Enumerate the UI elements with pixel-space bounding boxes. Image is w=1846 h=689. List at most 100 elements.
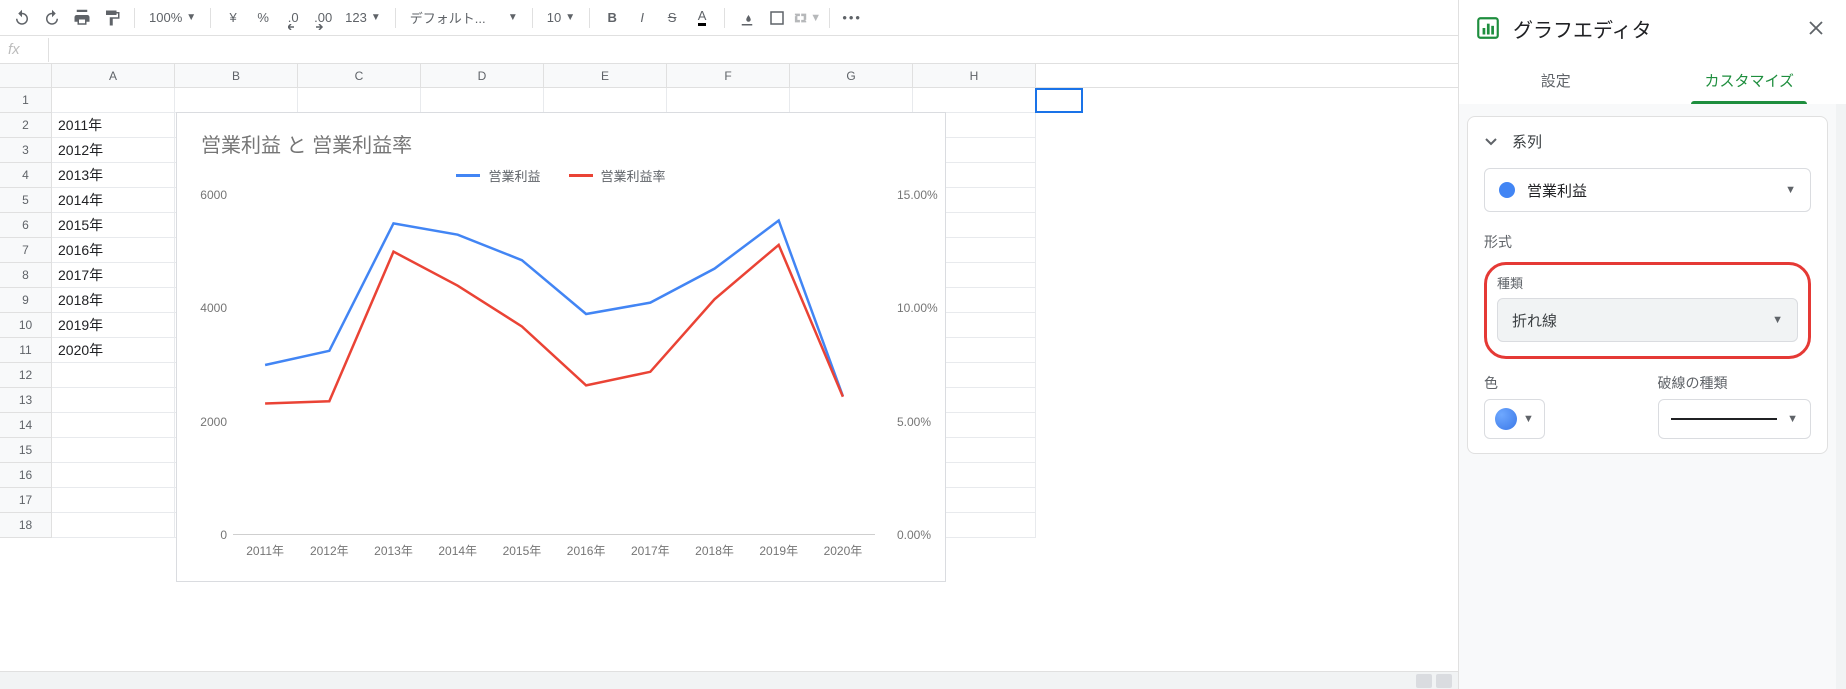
cell[interactable]: 2017年: [52, 263, 175, 288]
column-header[interactable]: H: [913, 64, 1036, 87]
cell[interactable]: [790, 88, 913, 113]
row-header[interactable]: 7: [0, 238, 52, 263]
strikethrough-button[interactable]: S: [658, 4, 686, 32]
cell[interactable]: [52, 388, 175, 413]
close-button[interactable]: [1802, 14, 1830, 42]
cell[interactable]: [298, 88, 421, 113]
column-header[interactable]: F: [667, 64, 790, 87]
row-header[interactable]: 9: [0, 288, 52, 313]
row-header[interactable]: 4: [0, 163, 52, 188]
cell[interactable]: 2019年: [52, 313, 175, 338]
cell[interactable]: [52, 488, 175, 513]
cell[interactable]: 2012年: [52, 138, 175, 163]
series-select[interactable]: 営業利益 ▼: [1484, 168, 1811, 212]
cell[interactable]: 2014年: [52, 188, 175, 213]
row-header[interactable]: 15: [0, 438, 52, 463]
cell[interactable]: [52, 88, 175, 113]
dash-type-select[interactable]: ▼: [1658, 399, 1812, 439]
print-icon: [73, 9, 91, 27]
row-header[interactable]: 6: [0, 213, 52, 238]
scroll-left-icon[interactable]: [1416, 674, 1432, 688]
cell[interactable]: [667, 88, 790, 113]
separator: [829, 8, 830, 28]
table-row: 1: [0, 88, 1458, 113]
bold-button[interactable]: B: [598, 4, 626, 32]
percent-label: %: [257, 10, 269, 25]
tab-customize-label: カスタマイズ: [1704, 70, 1794, 91]
font-size-select[interactable]: 10 ▼: [541, 4, 581, 32]
row-header[interactable]: 14: [0, 413, 52, 438]
cell[interactable]: [52, 363, 175, 388]
horizontal-scrollbar[interactable]: [0, 671, 1458, 689]
column-header[interactable]: E: [544, 64, 667, 87]
select-all-corner[interactable]: [0, 64, 52, 87]
tab-setup[interactable]: 設定: [1459, 56, 1653, 104]
y-left-tick: 0: [179, 528, 227, 542]
zoom-select[interactable]: 100% ▼: [143, 4, 202, 32]
number-format-select[interactable]: 123 ▼: [339, 4, 387, 32]
cell[interactable]: [544, 88, 667, 113]
merge-cells-button[interactable]: ▼: [793, 4, 821, 32]
cell[interactable]: 2016年: [52, 238, 175, 263]
chevron-down-icon: ▼: [186, 12, 196, 23]
font-select[interactable]: デフォルト... ▼: [404, 4, 524, 32]
embedded-chart[interactable]: 営業利益 と 営業利益率 営業利益 営業利益率 0200040006000 0.…: [176, 112, 946, 582]
row-header[interactable]: 10: [0, 313, 52, 338]
increase-decimal-label: .00: [314, 10, 332, 25]
decrease-decimal-button[interactable]: .0: [279, 4, 307, 32]
column-header[interactable]: B: [175, 64, 298, 87]
column-header[interactable]: C: [298, 64, 421, 87]
row-header[interactable]: 3: [0, 138, 52, 163]
bold-icon: B: [607, 10, 616, 25]
italic-button[interactable]: I: [628, 4, 656, 32]
row-header[interactable]: 12: [0, 363, 52, 388]
print-button[interactable]: [68, 4, 96, 32]
column-header[interactable]: G: [790, 64, 913, 87]
column-header[interactable]: A: [52, 64, 175, 87]
redo-button[interactable]: [38, 4, 66, 32]
borders-button[interactable]: [763, 4, 791, 32]
borders-icon: [768, 9, 786, 27]
series-color-picker[interactable]: ▼: [1484, 399, 1545, 439]
undo-button[interactable]: [8, 4, 36, 32]
cell[interactable]: [421, 88, 544, 113]
sidebar-scrollbar[interactable]: [1836, 104, 1846, 689]
y-left-tick: 2000: [179, 415, 227, 429]
row-header[interactable]: 8: [0, 263, 52, 288]
more-button[interactable]: •••: [838, 4, 866, 32]
cell[interactable]: 2011年: [52, 113, 175, 138]
currency-button[interactable]: ¥: [219, 4, 247, 32]
cell[interactable]: [913, 88, 1036, 113]
cell[interactable]: 2015年: [52, 213, 175, 238]
column-header[interactable]: D: [421, 64, 544, 87]
cell[interactable]: [175, 88, 298, 113]
row-header[interactable]: 18: [0, 513, 52, 538]
row-header[interactable]: 11: [0, 338, 52, 363]
cell[interactable]: 2013年: [52, 163, 175, 188]
increase-decimal-button[interactable]: .00: [309, 4, 337, 32]
row-header[interactable]: 1: [0, 88, 52, 113]
row-header[interactable]: 16: [0, 463, 52, 488]
percent-button[interactable]: %: [249, 4, 277, 32]
series-section-toggle[interactable]: 系列: [1484, 131, 1811, 152]
cell[interactable]: [52, 463, 175, 488]
row-header[interactable]: 5: [0, 188, 52, 213]
row-header[interactable]: 13: [0, 388, 52, 413]
cell[interactable]: 2020年: [52, 338, 175, 363]
chart-type-select[interactable]: 折れ線 ▼: [1497, 298, 1798, 342]
cell[interactable]: 2018年: [52, 288, 175, 313]
cell[interactable]: [52, 513, 175, 538]
text-color-button[interactable]: A: [688, 4, 716, 32]
row-header[interactable]: 2: [0, 113, 52, 138]
chevron-down-icon: ▼: [1523, 413, 1534, 425]
paint-format-button[interactable]: [98, 4, 126, 32]
cell[interactable]: [52, 413, 175, 438]
row-header[interactable]: 17: [0, 488, 52, 513]
grid-body[interactable]: 122011年32012年42013年52014年62015年72016年820…: [0, 88, 1458, 665]
cell[interactable]: [52, 438, 175, 463]
fill-color-button[interactable]: [733, 4, 761, 32]
y-right-tick: 10.00%: [897, 301, 945, 315]
series-line: [265, 245, 843, 404]
tab-customize[interactable]: カスタマイズ: [1653, 56, 1846, 104]
scroll-right-icon[interactable]: [1436, 674, 1452, 688]
